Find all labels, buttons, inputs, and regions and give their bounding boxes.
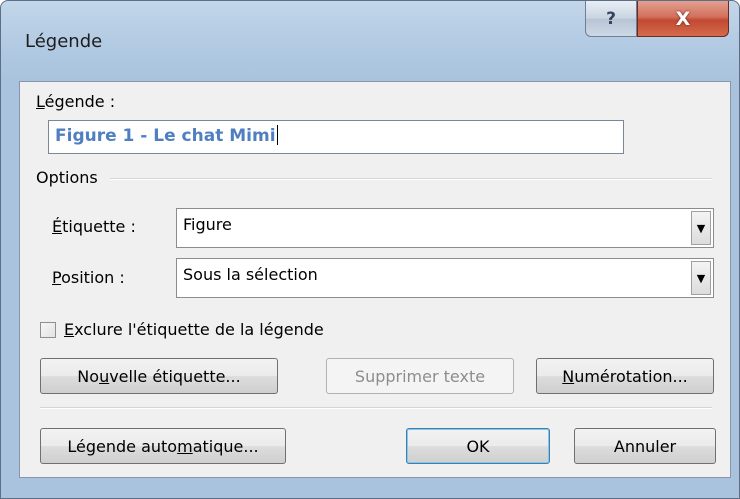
cancel-button[interactable]: Annuler xyxy=(574,428,716,464)
exclude-label-checkbox[interactable] xyxy=(40,322,56,338)
close-icon: X xyxy=(675,7,691,30)
chevron-down-icon[interactable]: ▼ xyxy=(691,261,711,295)
exclude-mnemonic: E xyxy=(64,320,75,339)
numbering-mnemonic: N xyxy=(562,366,575,386)
new-label-text-post: velle étiquette... xyxy=(109,366,241,386)
caption-label-rest: égende : xyxy=(44,92,116,111)
autocaption-mnemonic: m xyxy=(177,436,193,456)
new-label-mnemonic: u xyxy=(99,366,110,386)
exclude-label-checkbox-label[interactable]: Exclure l'étiquette de la légende xyxy=(64,320,324,339)
position-field-mnemonic: P xyxy=(52,268,62,287)
options-group-label: Options xyxy=(36,168,98,187)
caption-label: Légende : xyxy=(36,92,115,111)
position-field-label-rest: osition : xyxy=(61,268,125,287)
exclude-label-rest: xclure l'étiquette de la légende xyxy=(74,320,324,339)
delete-label-button[interactable]: Supprimer texte xyxy=(326,358,514,394)
label-select-value: Figure xyxy=(183,215,232,234)
position-field-label: Position : xyxy=(52,268,125,287)
help-button[interactable]: ? xyxy=(585,1,637,37)
label-field-label-rest: tiquette : xyxy=(62,217,136,236)
label-field-mnemonic: É xyxy=(52,217,63,236)
caption-label-mnemonic: L xyxy=(36,92,45,111)
caption-input[interactable]: Figure 1 - Le chat Mimi xyxy=(48,120,624,154)
new-label-button[interactable]: No u velle étiquette... xyxy=(40,358,278,394)
label-field-label: Étiquette : xyxy=(52,217,136,236)
position-select-value: Sous la sélection xyxy=(183,265,318,284)
autocaption-text-post: atique... xyxy=(192,436,259,456)
dialog-body: Légende : Figure 1 - Le chat Mimi Option… xyxy=(19,81,731,478)
ok-button[interactable]: OK xyxy=(406,428,550,464)
new-label-text-pre: No xyxy=(77,366,100,386)
position-select[interactable]: Sous la sélection ▼ xyxy=(176,258,714,298)
options-divider xyxy=(110,178,712,180)
help-icon: ? xyxy=(606,8,616,29)
numbering-button[interactable]: Numérotation... xyxy=(536,358,714,394)
buttons-divider xyxy=(40,407,712,409)
text-caret xyxy=(276,125,278,145)
title-bar[interactable]: Légende ? X xyxy=(1,1,739,81)
autocaption-button[interactable]: Légende auto m atique... xyxy=(40,428,286,464)
caption-dialog: Légende ? X Légende : Figure 1 - Le chat… xyxy=(0,0,740,499)
label-select[interactable]: Figure ▼ xyxy=(176,208,714,248)
caption-input-value: Figure 1 - Le chat Mimi xyxy=(55,126,276,146)
chevron-down-icon[interactable]: ▼ xyxy=(691,211,711,245)
window-title: Légende xyxy=(25,31,103,52)
close-button[interactable]: X xyxy=(637,1,729,37)
autocaption-text-pre: Légende auto xyxy=(67,436,178,456)
numbering-text-post: umérotation... xyxy=(574,366,688,386)
